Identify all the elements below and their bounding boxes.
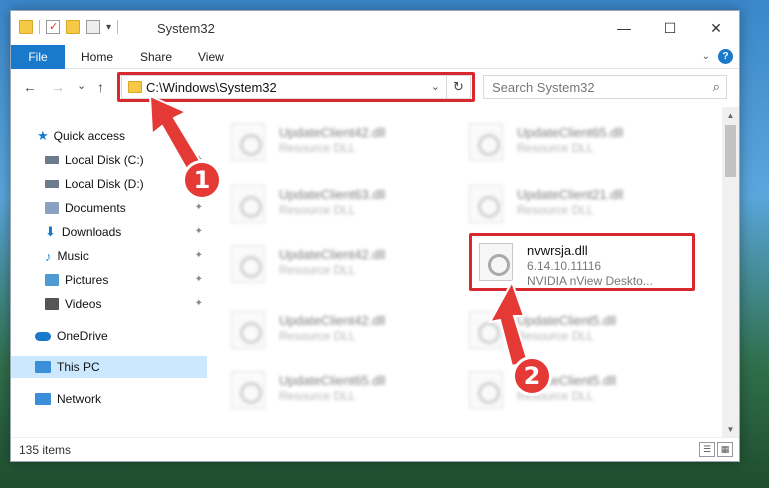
step-badge-1: 1 [182, 160, 222, 200]
step-badge-2: 2 [512, 356, 552, 396]
arrow-2-icon [488, 279, 530, 368]
annotation-arrows [148, 94, 530, 368]
